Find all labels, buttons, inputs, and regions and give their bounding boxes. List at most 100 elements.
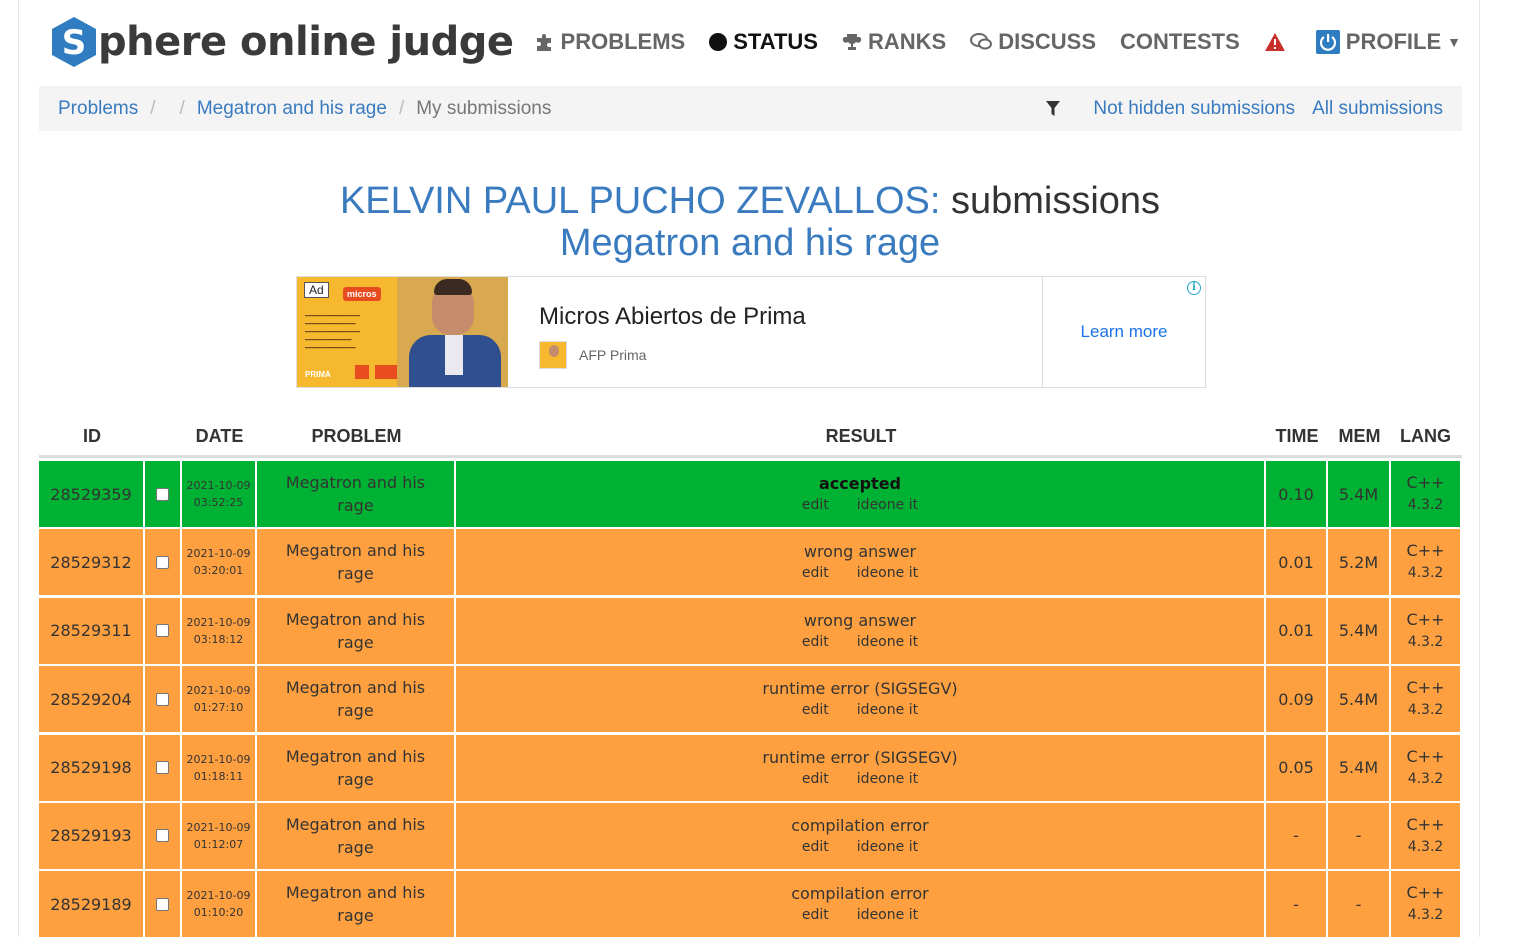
table-header: ID DATE PROBLEM RESULT TIME MEM LANG: [39, 418, 1462, 458]
advertisement[interactable]: micros ━━━━━━━━━━━━━ ━━━━━━━━━━━━ ━━━━━━━━…: [296, 276, 1206, 388]
ad-brand-logo: micros: [343, 287, 381, 301]
problem-link[interactable]: Megatron and his rage: [257, 597, 454, 664]
submission-id-link[interactable]: 28529198: [39, 734, 143, 801]
lang-version: 4.3.2: [1407, 907, 1444, 924]
edit-link[interactable]: edit: [802, 565, 829, 581]
problem-link[interactable]: Megatron and his rage: [257, 666, 454, 733]
submission-date: 2021-10-09 01:12:07: [182, 802, 255, 869]
run-time: 0.09: [1266, 666, 1326, 733]
main-nav: PROBLEMS STATUS RANKS DISCUSS CONTESTS P…: [511, 22, 1461, 62]
row-checkbox[interactable]: [156, 829, 169, 843]
col-date[interactable]: DATE: [182, 426, 257, 447]
nav-status-label: STATUS: [733, 29, 818, 54]
language: C++ 4.3.2: [1391, 871, 1460, 937]
result-cell: accepted edit ideone it: [456, 461, 1264, 527]
run-time: -: [1266, 871, 1326, 937]
row-checkbox-cell: [145, 802, 180, 869]
col-id[interactable]: ID: [39, 426, 145, 447]
ideone-link[interactable]: ideone it: [857, 497, 918, 513]
memory-usage: -: [1328, 802, 1389, 869]
nav-ranks[interactable]: RANKS: [842, 29, 946, 55]
submission-id-link[interactable]: 28529312: [39, 529, 143, 596]
result-cell: wrong answer edit ideone it: [456, 529, 1264, 596]
date-day: 2021-10-09: [186, 615, 251, 629]
problem-link[interactable]: Megatron and his rage: [257, 734, 454, 801]
submission-id-link[interactable]: 28529311: [39, 597, 143, 664]
ad-learn-more-button[interactable]: Learn more: [1042, 277, 1206, 387]
lang-version: 4.3.2: [1407, 565, 1444, 582]
problem-link[interactable]: Megatron and his rage: [257, 802, 454, 869]
not-hidden-submissions-link[interactable]: Not hidden submissions: [1093, 98, 1295, 120]
nav-discuss-label: DISCUSS: [998, 29, 1096, 54]
date-day: 2021-10-09: [186, 479, 251, 492]
col-result[interactable]: RESULT: [456, 426, 1266, 447]
ad-advertiser[interactable]: AFP Prima: [579, 347, 646, 363]
logo-hexagon-icon: S: [51, 16, 97, 68]
edit-link[interactable]: edit: [802, 839, 829, 855]
warning-icon: [1264, 32, 1286, 52]
problem-link[interactable]: Megatron and his rage: [257, 871, 454, 937]
nav-problems[interactable]: PROBLEMS: [535, 29, 686, 55]
chat-bubbles-icon: [970, 32, 993, 52]
result-status: compilation error: [791, 815, 929, 835]
ideone-link[interactable]: ideone it: [857, 634, 918, 650]
ideone-link[interactable]: ideone it: [857, 839, 918, 855]
col-mem[interactable]: MEM: [1328, 426, 1391, 447]
nav-problems-label: PROBLEMS: [560, 29, 686, 54]
result-cell: compilation error edit ideone it: [456, 871, 1264, 937]
row-checkbox[interactable]: [156, 624, 169, 638]
trophy-icon: [842, 32, 862, 52]
nav-profile[interactable]: PROFILE ▼: [1315, 29, 1461, 55]
ideone-link[interactable]: ideone it: [857, 907, 918, 923]
lang-name: C++: [1406, 678, 1445, 698]
col-time[interactable]: TIME: [1266, 426, 1328, 447]
problem-title-link[interactable]: Megatron and his rage: [19, 221, 1481, 265]
problem-link[interactable]: Megatron and his rage: [257, 461, 454, 527]
submission-date: 2021-10-09 03:52:25: [182, 461, 255, 527]
ad-info-icon[interactable]: i: [1187, 281, 1201, 295]
lang-name: C++: [1406, 541, 1445, 561]
row-checkbox[interactable]: [156, 555, 169, 569]
edit-link[interactable]: edit: [802, 702, 829, 718]
breadcrumb-separator: /: [398, 97, 405, 119]
date-time: 01:10:20: [193, 906, 244, 920]
ad-person-photo: [397, 277, 508, 387]
ad-fine-print: ━━━━━━━━━━━━━ ━━━━━━━━━━━━ ━━━━━━━━━━━━━ ━━…: [305, 313, 360, 352]
breadcrumb-problems[interactable]: Problems: [58, 98, 138, 120]
caret-down-icon: ▼: [1447, 34, 1461, 50]
row-checkbox[interactable]: [156, 692, 169, 706]
nav-contests[interactable]: CONTESTS: [1120, 29, 1240, 55]
all-submissions-link[interactable]: All submissions: [1312, 98, 1443, 120]
col-lang[interactable]: LANG: [1391, 426, 1460, 447]
memory-usage: 5.4M: [1328, 734, 1389, 801]
submission-id-link[interactable]: 28529204: [39, 666, 143, 733]
submission-id-link[interactable]: 28529193: [39, 802, 143, 869]
col-problem[interactable]: PROBLEM: [257, 426, 456, 447]
edit-link[interactable]: edit: [802, 907, 829, 923]
submission-id-link[interactable]: 28529189: [39, 871, 143, 937]
nav-contests-label: CONTESTS: [1120, 29, 1240, 54]
row-checkbox-cell: [145, 529, 180, 596]
edit-link[interactable]: edit: [802, 771, 829, 787]
ideone-link[interactable]: ideone it: [857, 702, 918, 718]
row-checkbox[interactable]: [156, 487, 169, 501]
nav-status[interactable]: STATUS: [709, 29, 818, 55]
ad-headline[interactable]: Micros Abiertos de Prima: [539, 303, 806, 331]
alert-button[interactable]: [1264, 32, 1292, 52]
page: S phere online judge PROBLEMS STATUS RAN…: [18, 0, 1480, 937]
edit-link[interactable]: edit: [802, 497, 829, 513]
lang-version: 4.3.2: [1407, 838, 1444, 855]
date-day: 2021-10-09: [186, 752, 251, 766]
nav-discuss[interactable]: DISCUSS: [970, 29, 1096, 55]
breadcrumb-problem[interactable]: Megatron and his rage: [197, 98, 387, 120]
submission-id-link[interactable]: 28529359: [39, 461, 143, 527]
ideone-link[interactable]: ideone it: [857, 771, 918, 787]
user-name-link[interactable]: KELVIN PAUL PUCHO ZEVALLOS:: [340, 180, 940, 222]
row-checkbox[interactable]: [156, 761, 169, 775]
problem-link[interactable]: Megatron and his rage: [257, 529, 454, 596]
ad-date-box: [355, 365, 369, 379]
site-logo[interactable]: S phere online judge: [51, 14, 514, 70]
edit-link[interactable]: edit: [802, 634, 829, 650]
ideone-link[interactable]: ideone it: [857, 565, 918, 581]
row-checkbox[interactable]: [156, 897, 169, 911]
